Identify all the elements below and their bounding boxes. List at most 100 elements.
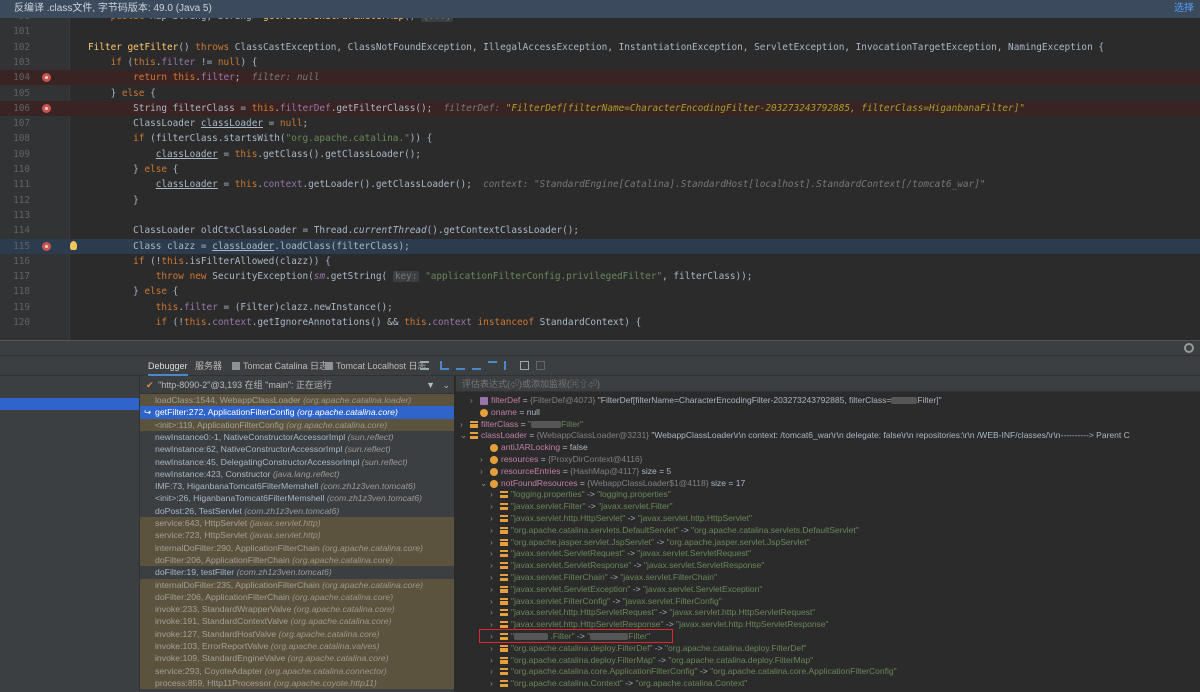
code-text[interactable]: classLoader = this.context.getLoader().g… <box>88 177 986 192</box>
tab-debugger[interactable]: Debugger <box>148 356 188 376</box>
stack-frame[interactable]: service:723, HttpServlet (javax.servlet.… <box>140 529 454 542</box>
code-line[interactable]: 120 if (!this.context.getIgnoreAnnotatio… <box>0 315 1200 330</box>
variable-row[interactable]: › filterDef = {FilterDef@4073} "FilterDef… <box>456 395 1200 407</box>
code-text[interactable]: } else { <box>88 284 178 299</box>
variable-row[interactable]: › "javax.servlet.http.HttpServletRequest"… <box>456 607 1200 619</box>
code-text[interactable]: classLoader = this.getClass().getClassLo… <box>88 147 421 162</box>
line-number[interactable]: 107 <box>0 116 30 131</box>
code-text[interactable]: if (this.filter != null) { <box>88 55 258 70</box>
stack-frame[interactable]: IMF:73, HiganbanaTomcat6FilterMemshell (… <box>140 480 454 492</box>
expand-toggle-icon[interactable]: › <box>490 548 493 560</box>
line-number[interactable]: 118 <box>0 284 30 299</box>
code-text[interactable]: ClassLoader classLoader = null; <box>88 116 308 131</box>
line-number[interactable]: 112 <box>0 193 30 208</box>
code-text[interactable]: if (filterClass.startsWith("org.apache.c… <box>88 131 432 146</box>
run-to-cursor-icon[interactable] <box>504 361 513 370</box>
stack-frame[interactable]: doFilter:206, ApplicationFilterChain (or… <box>140 590 454 604</box>
step-into-icon[interactable] <box>472 361 481 370</box>
code-text[interactable]: } <box>88 193 139 208</box>
code-text[interactable]: Filter getFilter() throws ClassCastExcep… <box>88 40 1104 55</box>
code-text[interactable]: } else { <box>88 162 178 177</box>
line-number[interactable]: 119 <box>0 300 30 315</box>
line-number[interactable]: 101 <box>0 24 30 39</box>
code-text[interactable]: ClassLoader oldCtxClassLoader = Thread.c… <box>88 223 579 238</box>
code-line[interactable]: 110 } else { <box>0 162 1200 177</box>
stack-frame[interactable]: service:293, CoyoteAdapter (org.apache.c… <box>140 664 454 677</box>
stack-frame[interactable]: invoke:191, StandardContextValve (org.ap… <box>140 615 454 628</box>
stack-frame[interactable]: service:643, HttpServlet (javax.servlet.… <box>140 517 454 530</box>
variable-row[interactable]: › "javax.servlet.ServletResponse" -> "jav… <box>456 560 1200 572</box>
line-number[interactable]: 103 <box>0 55 30 70</box>
expand-toggle-icon[interactable]: › <box>480 454 483 466</box>
expand-toggle-icon[interactable]: › <box>490 584 493 596</box>
line-number[interactable]: 115 <box>0 239 30 254</box>
stack-frame[interactable]: invoke:233, StandardWrapperValve (org.ap… <box>140 603 454 616</box>
code-line[interactable]: 119 this.filter = (Filter)clazz.newInsta… <box>0 300 1200 315</box>
stack-frame[interactable]: <init>:26, HiganbanaTomcat6FilterMemshel… <box>140 492 454 504</box>
variable-row[interactable]: › "org.apache.catalina.deploy.FilterMap" … <box>456 655 1200 667</box>
show-execution-point-icon[interactable] <box>440 361 449 370</box>
settings-gear-icon[interactable] <box>1184 343 1194 353</box>
code-text[interactable]: return this.filter; filter: null <box>88 70 319 85</box>
chevron-down-icon[interactable]: ⌄ <box>442 376 450 394</box>
line-number[interactable]: 106 <box>0 101 30 116</box>
code-line[interactable]: 105 } else { <box>0 86 1200 101</box>
variable-row[interactable]: › "org.apache.catalina.Context" -> "org.a… <box>456 678 1200 690</box>
line-number[interactable]: 108 <box>0 131 30 146</box>
code-line[interactable]: 111 classLoader = this.context.getLoader… <box>0 177 1200 192</box>
expand-toggle-icon[interactable]: ⌄ <box>460 430 467 442</box>
variable-row[interactable]: ⌄ notFoundResources = {WebappClassLoader$… <box>456 478 1200 490</box>
breakpoint-icon[interactable] <box>42 241 51 251</box>
stack-frame[interactable]: loadClass:1544, WebappClassLoader (org.a… <box>140 394 454 407</box>
tab-localhost-log[interactable]: Tomcat Localhost 日志 <box>325 356 427 376</box>
stack-frame[interactable]: newInstance:62, NativeConstructorAccesso… <box>140 443 454 455</box>
stack-frame[interactable]: invoke:103, ErrorReportValve (org.apache… <box>140 640 454 653</box>
line-number[interactable]: 111 <box>0 177 30 192</box>
tab-catalina-log[interactable]: Tomcat Catalina 日志 <box>232 356 328 376</box>
code-text[interactable]: if (!this.isFilterAllowed(clazz)) { <box>88 254 331 269</box>
variable-row[interactable]: › "javax.servlet.FilterConfig" -> "javax.… <box>456 596 1200 608</box>
expand-toggle-icon[interactable]: › <box>490 537 493 549</box>
expand-toggle-icon[interactable]: › <box>490 678 493 690</box>
expand-toggle-icon[interactable]: › <box>490 525 493 537</box>
expand-toggle-icon[interactable]: › <box>480 466 483 478</box>
variable-row[interactable]: › "javax.servlet.http.HttpServlet" -> "ja… <box>456 513 1200 525</box>
code-line[interactable]: 108 if (filterClass.startsWith("org.apac… <box>0 131 1200 146</box>
stack-frame[interactable]: newInstance:423, Constructor (java.lang.… <box>140 468 454 480</box>
tab-server[interactable]: 服务器 <box>195 356 222 376</box>
stack-frame[interactable]: newInstance:45, DelegatingConstructorAcc… <box>140 456 454 468</box>
lightbulb-icon[interactable] <box>70 240 77 250</box>
line-number[interactable]: 110 <box>0 162 30 177</box>
line-number[interactable]: 120 <box>0 315 30 330</box>
variable-row[interactable]: › "org.apache.jasper.servlet.JspServlet" … <box>456 537 1200 549</box>
code-line[interactable]: 106 String filterClass = this.filterDef.… <box>0 100 1200 117</box>
line-number[interactable]: 109 <box>0 147 30 162</box>
line-number[interactable]: 113 <box>0 208 30 223</box>
variable-row[interactable]: › "javax.servlet.ServletRequest" -> "java… <box>456 548 1200 560</box>
variable-row[interactable]: › filterClass = " Filter" <box>456 419 1200 431</box>
step-over-icon[interactable] <box>456 361 465 370</box>
expand-toggle-icon[interactable]: › <box>490 513 493 525</box>
expand-toggle-icon[interactable]: › <box>490 655 493 667</box>
code-text[interactable]: } else { <box>88 86 156 101</box>
stack-frame[interactable]: process:859, Http11Processor (org.apache… <box>140 676 454 690</box>
banner-action-link[interactable]: 选择 <box>1174 0 1194 18</box>
code-line[interactable]: 118 } else { <box>0 284 1200 299</box>
variable-row[interactable]: › "javax.servlet.Filter" -> "javax.servle… <box>456 501 1200 513</box>
code-line[interactable]: 116 if (!this.isFilterAllowed(clazz)) { <box>0 254 1200 269</box>
code-line[interactable]: 107 ClassLoader classLoader = null; <box>0 116 1200 131</box>
line-number[interactable]: 104 <box>0 70 30 85</box>
code-line[interactable]: 102 Filter getFilter() throws ClassCastEx… <box>0 40 1200 55</box>
code-line[interactable]: 117 throw new SecurityException(sm.getSt… <box>0 269 1200 284</box>
variable-row[interactable]: › resources = {ProxyDirContext@4116} <box>456 454 1200 466</box>
expand-toggle-icon[interactable]: › <box>490 596 493 608</box>
code-line[interactable]: 112 } <box>0 193 1200 208</box>
variable-row[interactable]: antiJARLocking = false <box>456 442 1200 454</box>
line-number[interactable]: 105 <box>0 86 30 101</box>
stack-frame[interactable]: doFilter:19, testFilter (com.zh1z3ven.to… <box>140 566 454 578</box>
variable-row[interactable]: › "org.apache.catalina.servlets.DefaultSe… <box>456 525 1200 537</box>
line-number[interactable]: 117 <box>0 269 30 284</box>
expand-toggle-icon[interactable]: › <box>470 395 473 407</box>
stack-frame[interactable]: newInstance0:-1, NativeConstructorAccess… <box>140 431 454 443</box>
code-text[interactable]: Class clazz = classLoader.loadClass(filt… <box>88 239 410 254</box>
